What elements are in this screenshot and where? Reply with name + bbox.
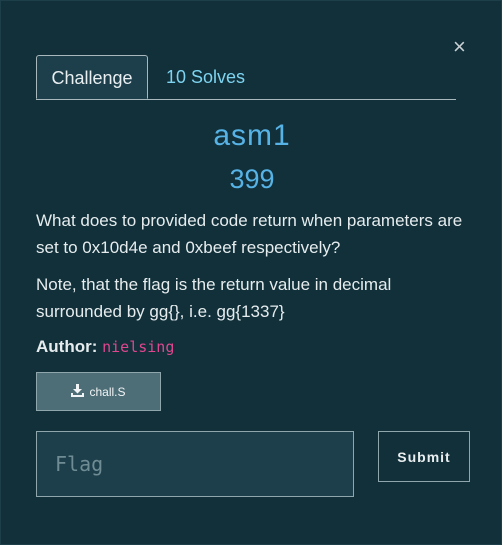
challenge-description: What does to provided code return when p… (36, 211, 463, 257)
challenge-modal: × Challenge 10 Solves asm1 399 What does… (0, 0, 502, 545)
submit-button[interactable]: Submit (378, 431, 470, 482)
challenge-note: Note, that the flag is the return value … (36, 275, 392, 321)
download-icon (71, 383, 85, 400)
author-name: nielsing (102, 338, 175, 356)
modal-tabs: Challenge 10 Solves (36, 55, 456, 100)
flag-input[interactable] (36, 431, 354, 497)
author-label: Author: (36, 337, 98, 356)
tab-challenge[interactable]: Challenge (36, 55, 148, 99)
download-file-button[interactable]: chall.S (36, 372, 161, 411)
author-line: Author: nielsing (36, 337, 174, 357)
file-name: chall.S (89, 384, 126, 399)
tab-solves[interactable]: 10 Solves (166, 55, 245, 99)
challenge-value: 399 (229, 164, 275, 194)
challenge-name: asm1 (213, 119, 291, 152)
